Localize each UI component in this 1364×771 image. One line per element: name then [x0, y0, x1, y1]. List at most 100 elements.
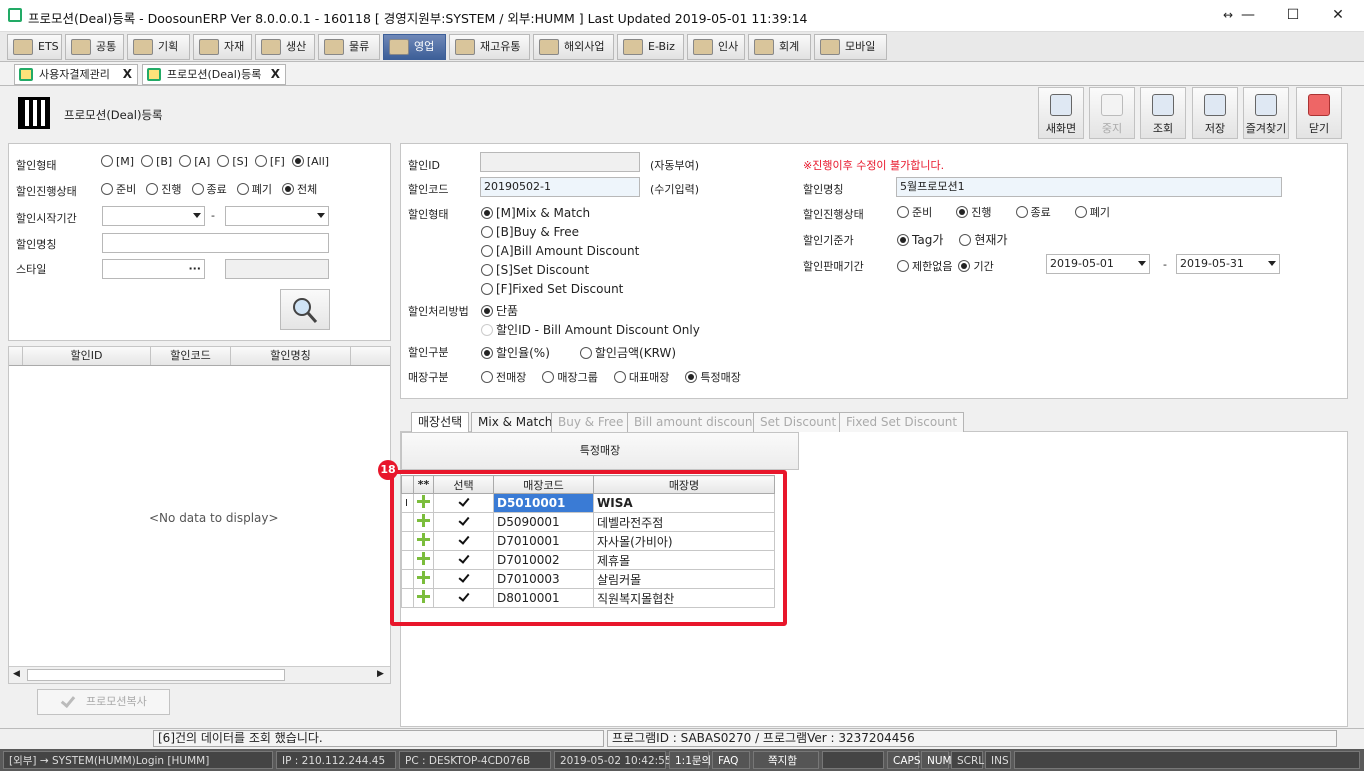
- store-code-cell[interactable]: D7010001: [493, 531, 594, 551]
- message-box-button[interactable]: 쪽지함: [753, 751, 819, 769]
- radio-option[interactable]: 전매장: [481, 371, 526, 384]
- radio-button[interactable]: [579, 347, 592, 359]
- sub-tab-5[interactable]: Fixed Set Discount: [839, 412, 965, 432]
- maximize-button[interactable]: ☐: [1273, 4, 1313, 26]
- filter-search-button[interactable]: [280, 289, 330, 330]
- table-row[interactable]: D8010001 직원복지몰협찬: [401, 588, 775, 608]
- expand-cell[interactable]: [413, 531, 434, 551]
- ellipsis-button[interactable]: ···: [188, 260, 201, 278]
- expand-cell[interactable]: [413, 569, 434, 589]
- minimize-button[interactable]: —: [1228, 4, 1268, 26]
- table-row[interactable]: D7010002 제휴몰: [401, 550, 775, 570]
- radio-option[interactable]: 할인ID - Bill Amount Discount Only: [481, 321, 700, 340]
- plus-icon[interactable]: [417, 495, 430, 508]
- radio-button[interactable]: [481, 283, 493, 295]
- faq-button[interactable]: FAQ: [712, 751, 750, 769]
- radio-button[interactable]: [956, 206, 969, 218]
- radio-option[interactable]: 할인금액(KRW): [579, 346, 676, 360]
- radio-option[interactable]: 대표매장: [613, 371, 669, 384]
- menu-tab-3[interactable]: 자재: [193, 34, 252, 60]
- radio-option[interactable]: [M]: [101, 155, 134, 168]
- radio-button[interactable]: [897, 260, 909, 272]
- checkbox-checked[interactable]: [458, 591, 470, 603]
- plus-icon[interactable]: [417, 514, 430, 527]
- radio-button[interactable]: [179, 155, 192, 167]
- checkbox-checked[interactable]: [458, 572, 470, 584]
- table-row[interactable]: D7010003 살림커몰: [401, 569, 775, 589]
- col-select[interactable]: 선택: [433, 475, 494, 494]
- radio-button[interactable]: [146, 183, 159, 195]
- radio-option[interactable]: [F]: [254, 155, 285, 168]
- select-cell[interactable]: [433, 588, 494, 608]
- radio-option[interactable]: 할인율(%): [481, 346, 550, 360]
- discount-code-input[interactable]: 20190502-1: [480, 177, 640, 197]
- radio-option[interactable]: [M]Mix & Match: [481, 204, 639, 223]
- radio-button[interactable]: [141, 155, 154, 167]
- radio-option[interactable]: [S]: [217, 155, 248, 168]
- radio-button[interactable]: [282, 183, 294, 195]
- radio-button[interactable]: [481, 264, 493, 276]
- store-name-cell[interactable]: 데벨라전주점: [593, 512, 775, 532]
- doc-tab-promotion[interactable]: 프로모션(Deal)등록 X: [142, 64, 286, 85]
- radio-option[interactable]: 제한없음: [897, 260, 952, 273]
- col-store-code[interactable]: 매장코드: [493, 475, 594, 494]
- menu-tab-4[interactable]: 생산: [255, 34, 315, 60]
- radio-option[interactable]: 전체: [282, 183, 317, 196]
- store-code-cell[interactable]: D5090001: [493, 512, 594, 532]
- new-screen-button[interactable]: 새화면: [1038, 87, 1084, 139]
- filter-name-input[interactable]: [102, 233, 329, 253]
- radio-option[interactable]: 진행: [956, 206, 992, 219]
- expand-cell[interactable]: [413, 550, 434, 570]
- radio-option[interactable]: 현재가: [959, 233, 1007, 247]
- col-store-name[interactable]: 매장명: [593, 475, 775, 494]
- sale-date-to-select[interactable]: 2019-05-31: [1176, 254, 1280, 274]
- checkbox-checked[interactable]: [458, 534, 470, 546]
- radio-button[interactable]: [217, 155, 230, 167]
- expand-cell[interactable]: [413, 493, 434, 513]
- menu-tab-6[interactable]: 영업: [383, 34, 446, 60]
- menu-tab-5[interactable]: 물류: [318, 34, 380, 60]
- favorite-button[interactable]: 즐겨찾기: [1243, 87, 1289, 139]
- sub-tab-3[interactable]: Bill amount discount: [627, 412, 765, 432]
- checkbox-checked[interactable]: [458, 496, 470, 508]
- menu-tab-11[interactable]: 회계: [748, 34, 811, 60]
- sub-tab-1[interactable]: Mix & Match: [471, 412, 560, 432]
- doc-tab-close-button[interactable]: X: [271, 65, 280, 84]
- store-name-cell[interactable]: 살림커몰: [593, 569, 775, 589]
- store-code-cell[interactable]: D7010002: [493, 550, 594, 570]
- radio-button[interactable]: [613, 371, 626, 383]
- radio-option[interactable]: 단품: [481, 302, 700, 321]
- radio-button[interactable]: [481, 245, 493, 257]
- sale-date-from-select[interactable]: 2019-05-01: [1046, 254, 1150, 274]
- radio-button[interactable]: [191, 183, 204, 195]
- radio-option[interactable]: 진행: [146, 183, 182, 196]
- radio-option[interactable]: 준비: [897, 206, 932, 219]
- qa-button[interactable]: 1:1문의: [669, 751, 711, 769]
- sub-tab-4[interactable]: Set Discount: [753, 412, 844, 432]
- select-cell[interactable]: [433, 493, 494, 513]
- store-name-cell[interactable]: 자사몰(가비아): [593, 531, 775, 551]
- radio-button[interactable]: [291, 155, 304, 167]
- radio-option[interactable]: [B]: [141, 155, 172, 168]
- radio-option[interactable]: [A]Bill Amount Discount: [481, 242, 639, 261]
- col-discount-name[interactable]: 할인명칭: [231, 347, 351, 365]
- search-button[interactable]: 조회: [1140, 87, 1186, 139]
- sub-tab-2[interactable]: Buy & Free: [551, 412, 631, 432]
- radio-option[interactable]: [B]Buy & Free: [481, 223, 639, 242]
- store-name-cell[interactable]: WISA: [593, 493, 775, 513]
- table-row[interactable]: D7010001 자사몰(가비아): [401, 531, 775, 551]
- radio-button[interactable]: [685, 371, 698, 383]
- copy-promotion-button[interactable]: 프로모션복사: [37, 689, 170, 715]
- store-name-cell[interactable]: 제휴몰: [593, 550, 775, 570]
- start-date-from-select[interactable]: [102, 206, 205, 226]
- select-cell[interactable]: [433, 512, 494, 532]
- radio-button[interactable]: [481, 347, 493, 359]
- radio-button[interactable]: [897, 234, 909, 246]
- horizontal-scrollbar[interactable]: ◀ ▶: [9, 666, 390, 683]
- radio-button[interactable]: [958, 260, 971, 272]
- start-date-to-select[interactable]: [225, 206, 329, 226]
- store-code-cell[interactable]: D7010003: [493, 569, 594, 589]
- menu-tab-9[interactable]: E-Biz: [617, 34, 684, 60]
- select-cell[interactable]: [433, 531, 494, 551]
- radio-option[interactable]: 종료: [1015, 206, 1051, 219]
